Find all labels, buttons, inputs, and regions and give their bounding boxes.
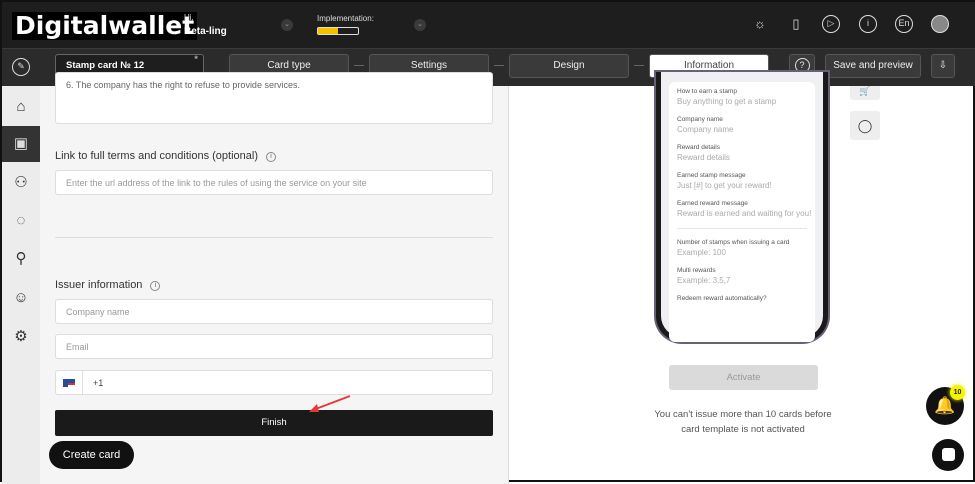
phone-code: +1 [93, 378, 104, 388]
help-icon: ? [794, 58, 810, 73]
sidebar-item-location-icon[interactable]: ⚲ [2, 241, 40, 277]
terms-text: 6. The company has the right to refuse t… [66, 80, 300, 90]
phone-screen: How to earn a stamp Buy anything to get a… [669, 82, 815, 342]
tab-design[interactable]: Design [509, 54, 629, 78]
preview-value: Buy anything to get a stamp [677, 97, 777, 106]
preview-label: Redeem reward automatically? [677, 295, 767, 302]
sidebar-item-home-icon[interactable]: ⌂ [2, 89, 40, 125]
download-icon[interactable]: ⇩ [931, 54, 955, 78]
chat-bubble-icon[interactable]: ◯ [850, 111, 880, 140]
info-icon[interactable]: i [266, 152, 276, 162]
company-name-input[interactable]: Company name [55, 299, 493, 324]
us-flag-icon[interactable] [56, 371, 83, 395]
red-arrow-annotation [309, 395, 351, 412]
required-mark: * [194, 54, 198, 65]
issuer-label-text: Issuer information [55, 279, 143, 291]
cart-icon[interactable]: 🛒 [850, 86, 880, 100]
preview-label: Earned stamp message [677, 172, 746, 179]
terms-link-input[interactable]: Enter the url address of the link to the… [55, 170, 493, 195]
lightbulb-icon[interactable]: ☼ [751, 15, 769, 33]
preview-label: Number of stamps when issuing a card [677, 239, 790, 246]
info-icon[interactable]: i [859, 15, 877, 33]
language-icon[interactable]: En [895, 15, 913, 33]
preview-value: Company name [677, 125, 734, 134]
phone-input[interactable]: +1 [55, 370, 493, 395]
implementation-progress [317, 27, 359, 35]
email-input[interactable]: Email [55, 334, 493, 359]
support-chat-icon[interactable] [932, 439, 964, 471]
preview-divider [677, 228, 807, 229]
phone-preview: How to earn a stamp Buy anything to get a… [656, 72, 828, 342]
activation-notice: You can't issue more than 10 cards befor… [654, 409, 832, 435]
step-separator [354, 65, 364, 66]
preview-value: Reward details [677, 153, 730, 162]
create-card-button[interactable]: Create card [49, 441, 134, 469]
avatar[interactable] [931, 15, 949, 33]
divider [55, 237, 493, 238]
preview-label: Reward details [677, 144, 720, 151]
user-name[interactable]: Beta-ling [184, 26, 227, 37]
step-separator [634, 65, 644, 66]
issuer-label: Issuer information i [55, 279, 161, 291]
preview-label: Company name [677, 116, 723, 123]
sidebar-item-clients-icon[interactable]: ⚇ [2, 165, 40, 201]
implementation-chevron-down-icon[interactable]: ⌄ [414, 19, 426, 31]
sidebar-item-cards-icon[interactable]: ▣ [2, 126, 40, 162]
preview-value: Reward is earned and waiting for you! [677, 209, 812, 218]
activate-button[interactable]: Activate [669, 365, 818, 390]
step-separator [494, 65, 504, 66]
sidebar-item-settings-icon[interactable]: ⚙ [2, 319, 40, 355]
play-icon[interactable]: ▷ [822, 15, 840, 33]
terms-textarea[interactable]: 6. The company has the right to refuse t… [55, 72, 493, 124]
terms-link-label-text: Link to full terms and conditions (optio… [55, 150, 258, 162]
card-name-value: Stamp card № 12 [66, 60, 145, 71]
greeting: Hi, [184, 13, 194, 22]
preview-value: Example: 3,5,7 [677, 276, 731, 285]
logo: Digitalwallet [12, 12, 198, 40]
preview-label: Multi rewards [677, 267, 716, 274]
phone-icon[interactable]: ▯ [787, 15, 805, 33]
terms-link-label: Link to full terms and conditions (optio… [55, 150, 276, 162]
info-icon[interactable]: i [150, 281, 161, 291]
implementation-label: Implementation: [317, 14, 374, 23]
user-chevron-down-icon[interactable]: ⌄ [281, 19, 293, 31]
notification-count-badge: 10 [950, 385, 965, 400]
sidebar-item-user-icon[interactable]: ☺ [2, 280, 40, 316]
save-and-preview-button[interactable]: Save and preview [825, 54, 921, 78]
sidebar-item-messages-icon[interactable]: ◌ [2, 203, 40, 239]
preview-value: Just [#] to get your reward! [677, 181, 772, 190]
preview-label: How to earn a stamp [677, 88, 737, 95]
edit-pencil-icon[interactable]: ✎ [12, 58, 30, 76]
finish-button[interactable]: Finish [55, 410, 493, 436]
preview-value: Example: 100 [677, 248, 726, 257]
preview-label: Earned reward message [677, 200, 748, 207]
